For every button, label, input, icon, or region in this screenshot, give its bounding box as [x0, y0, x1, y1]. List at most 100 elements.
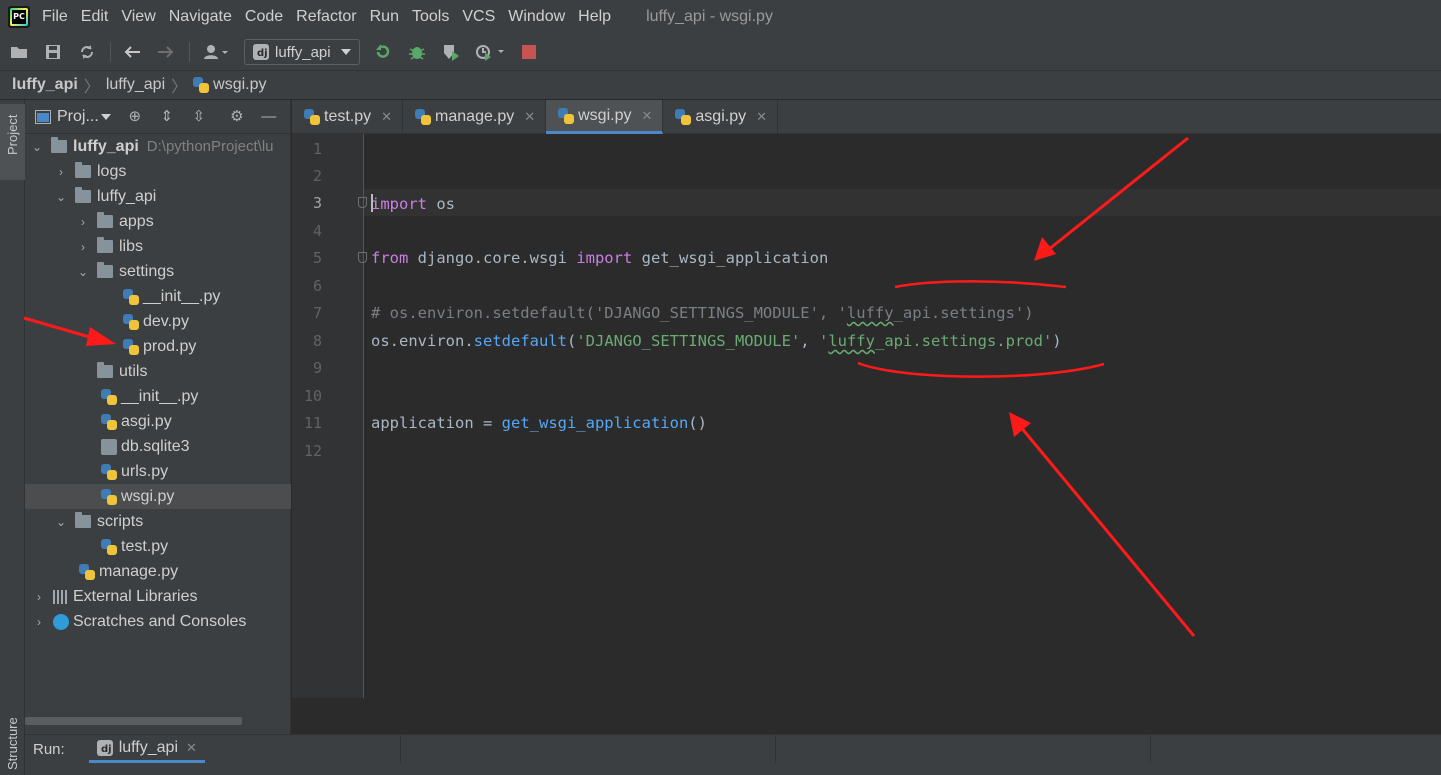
tab-wsgi-py[interactable]: wsgi.py ✕ — [546, 100, 664, 134]
breadcrumb-package[interactable]: luffy_api — [106, 76, 165, 94]
tree-item-asgi-py[interactable]: asgi.py — [25, 409, 291, 434]
line-number: 9 — [312, 359, 322, 377]
tree-item-settings[interactable]: ⌄ settings — [25, 259, 291, 284]
tree-item-luffy-api-package[interactable]: ⌄ luffy_api — [25, 184, 291, 209]
close-icon[interactable]: ✕ — [381, 109, 392, 125]
tab-test-py[interactable]: test.py ✕ — [292, 100, 404, 134]
tree-item-dev-py[interactable]: dev.py — [25, 309, 291, 334]
python-file-icon — [101, 538, 117, 555]
tab-asgi-py[interactable]: asgi.py ✕ — [663, 100, 778, 134]
tree-item-label: apps — [119, 212, 154, 230]
tree-item-manage-py[interactable]: manage.py — [25, 559, 291, 584]
tree-item-label: luffy_api — [73, 137, 139, 155]
code-keyword: from — [371, 249, 409, 267]
gear-icon[interactable]: ⚙ — [229, 108, 245, 125]
tree-item-scratches[interactable]: › Scratches and Consoles — [25, 609, 291, 634]
code-editor[interactable]: 1 2 3 4 5 6 7 8 9 10 11 12 import os fro… — [292, 134, 1441, 698]
collapsed-arrow-icon[interactable]: › — [55, 165, 67, 179]
folder-icon — [97, 362, 113, 378]
code-line-11: application = get_wsgi_application() — [371, 414, 707, 432]
breadcrumb-file[interactable]: wsgi.py — [213, 76, 266, 94]
menu-navigate[interactable]: Navigate — [169, 8, 232, 26]
tree-item-db-sqlite3[interactable]: db.sqlite3 — [25, 434, 291, 459]
structure-tool-label[interactable]: Structure — [5, 717, 20, 770]
forward-arrow-icon[interactable] — [155, 41, 177, 63]
run-tab-luffy-api[interactable]: dj luffy_api ✕ — [88, 735, 205, 763]
tree-item-utils[interactable]: utils — [25, 359, 291, 384]
expand-all-icon[interactable]: ⇕ — [159, 108, 175, 125]
close-icon[interactable]: ✕ — [756, 109, 767, 125]
left-tool-stripe — [0, 100, 25, 775]
close-icon[interactable]: ✕ — [524, 109, 535, 125]
python-file-icon — [193, 77, 210, 93]
menu-file[interactable]: File — [42, 8, 68, 26]
project-tool-label[interactable]: Project — [5, 115, 20, 155]
close-icon[interactable]: ✕ — [641, 108, 652, 124]
collapsed-arrow-icon[interactable]: › — [77, 240, 89, 254]
coverage-icon[interactable] — [440, 41, 462, 63]
fold-marker-icon[interactable] — [358, 252, 367, 263]
chevron-down-icon — [340, 49, 351, 55]
rerun-icon[interactable] — [372, 41, 394, 63]
collapsed-arrow-icon[interactable]: › — [77, 215, 89, 229]
chevron-down-icon[interactable] — [100, 113, 111, 120]
collapsed-arrow-icon[interactable]: › — [33, 615, 45, 629]
tree-item-luffy-api-root[interactable]: ⌄ luffy_api D:\pythonProject\lu — [25, 134, 291, 159]
menu-refactor[interactable]: Refactor — [296, 8, 356, 26]
sync-icon[interactable] — [76, 41, 98, 63]
tree-item-test-py[interactable]: test.py — [25, 534, 291, 559]
run-config-selector[interactable]: dj luffy_api — [244, 39, 360, 65]
fold-marker-icon[interactable] — [358, 197, 367, 208]
tree-item-libs[interactable]: › libs — [25, 234, 291, 259]
back-arrow-icon[interactable] — [121, 41, 143, 63]
save-icon[interactable] — [42, 41, 64, 63]
tree-item-scripts[interactable]: ⌄ scripts — [25, 509, 291, 534]
close-icon[interactable]: ✕ — [186, 740, 197, 756]
scratches-icon — [53, 613, 69, 630]
menu-window[interactable]: Window — [508, 8, 565, 26]
line-number: 12 — [303, 442, 322, 460]
tree-item-label: test.py — [121, 537, 169, 555]
project-path-hint: D:\pythonProject\lu — [146, 138, 274, 155]
tree-item-logs[interactable]: › logs — [25, 159, 291, 184]
code-line-8: os.environ.setdefault('DJANGO_SETTINGS_M… — [371, 332, 1062, 350]
toolbar-divider — [110, 42, 111, 62]
tree-item-prod-py[interactable]: prod.py — [25, 334, 291, 359]
menu-edit[interactable]: Edit — [81, 8, 109, 26]
expanded-arrow-icon[interactable]: ⌄ — [55, 515, 67, 529]
profile-run-icon[interactable] — [474, 41, 506, 63]
collapse-all-icon[interactable]: ⇳ — [191, 108, 207, 125]
menu-code[interactable]: Code — [245, 8, 283, 26]
menu-view[interactable]: View — [121, 8, 155, 26]
debug-bug-icon[interactable] — [406, 41, 428, 63]
menu-tools[interactable]: Tools — [412, 8, 449, 26]
stop-icon[interactable] — [518, 41, 540, 63]
code-string: _api.settings.prod' — [874, 332, 1053, 350]
locate-target-icon[interactable]: ⊕ — [127, 108, 143, 125]
run-config-label: luffy_api — [275, 43, 331, 61]
tree-item-package-init[interactable]: __init__.py — [25, 384, 291, 409]
breadcrumb-project[interactable]: luffy_api — [12, 76, 78, 94]
horizontal-scrollbar[interactable] — [25, 717, 242, 725]
tree-item-apps[interactable]: › apps — [25, 209, 291, 234]
tree-item-external-libraries[interactable]: › External Libraries — [25, 584, 291, 609]
open-folder-icon[interactable] — [8, 41, 30, 63]
collapsed-arrow-icon[interactable]: › — [33, 590, 45, 604]
expanded-arrow-icon[interactable]: ⌄ — [31, 140, 43, 154]
tree-item-wsgi-py[interactable]: wsgi.py — [25, 484, 291, 509]
tab-manage-py[interactable]: manage.py ✕ — [403, 100, 547, 134]
project-panel-title[interactable]: Proj... — [57, 108, 99, 126]
user-account-icon[interactable] — [200, 41, 232, 63]
expanded-arrow-icon[interactable]: ⌄ — [77, 265, 89, 279]
tree-item-label: logs — [97, 162, 127, 180]
tree-item-label: libs — [119, 237, 144, 255]
expanded-arrow-icon[interactable]: ⌄ — [55, 190, 67, 204]
menu-vcs[interactable]: VCS — [462, 8, 495, 26]
tree-item-urls-py[interactable]: urls.py — [25, 459, 291, 484]
tree-item-label: settings — [119, 262, 175, 280]
tree-item-settings-init[interactable]: __init__.py — [25, 284, 291, 309]
tab-label: test.py — [324, 108, 372, 125]
menu-run[interactable]: Run — [370, 8, 399, 26]
minimize-icon[interactable]: — — [261, 108, 277, 125]
menu-help[interactable]: Help — [578, 8, 611, 26]
